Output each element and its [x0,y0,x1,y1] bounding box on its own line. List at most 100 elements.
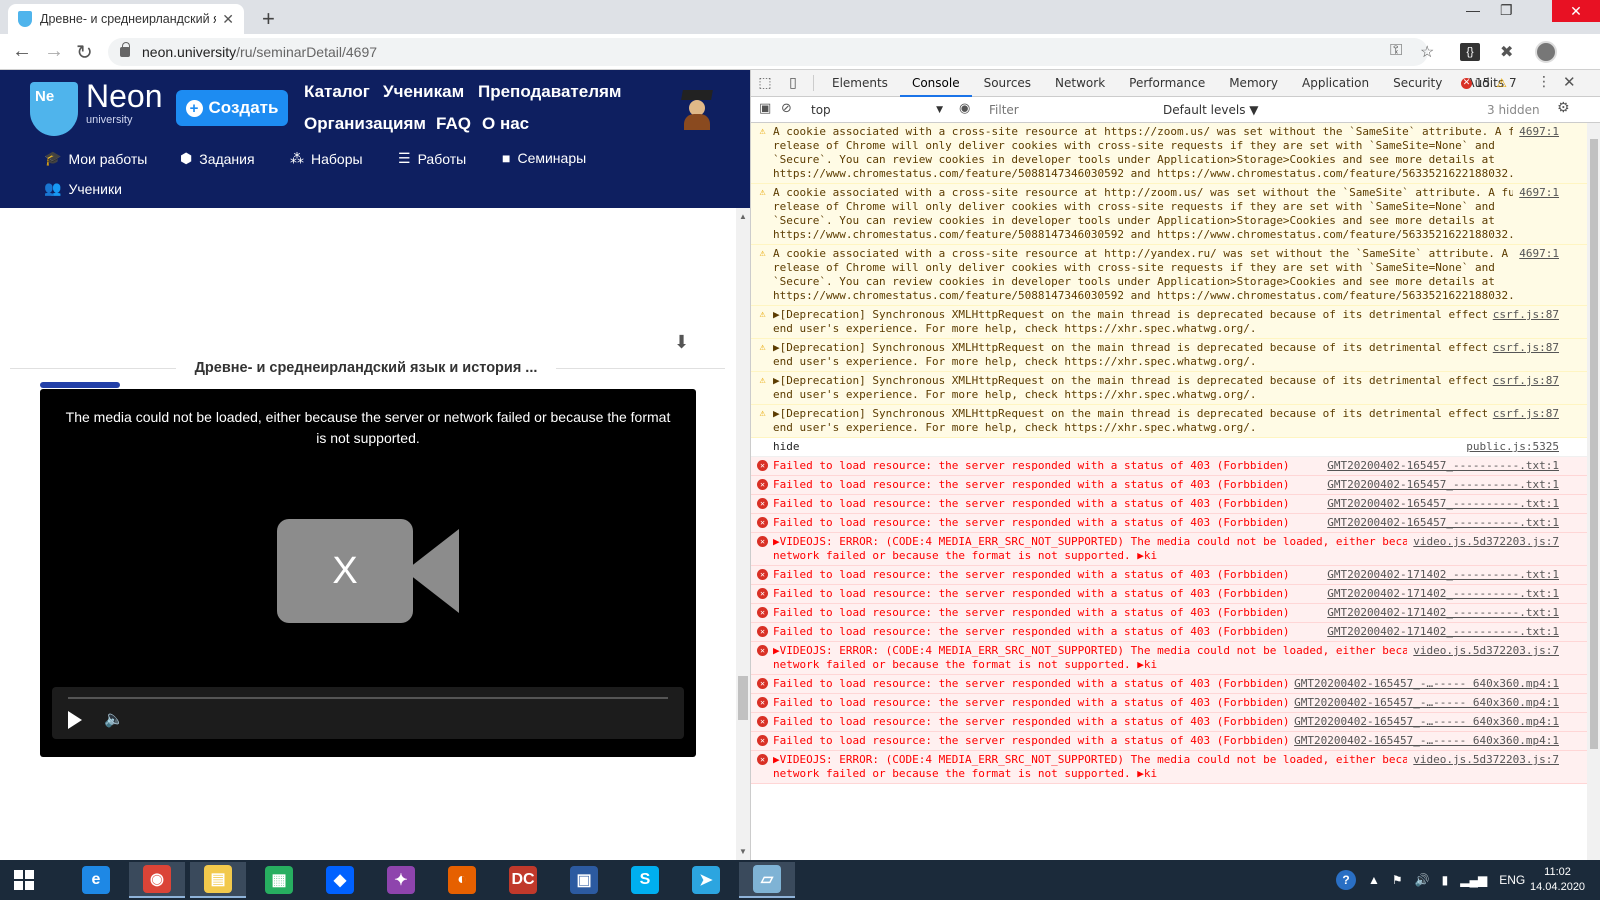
subnav-works[interactable]: ☰ Работы [398,150,466,167]
console-message-error[interactable]: ✕ Failed to load resource: the server res… [751,566,1587,585]
console-source-link[interactable]: GMT20200402-165457_----------.txt:1 [1321,478,1559,492]
console-message-error[interactable]: ✕ Failed to load resource: the server res… [751,694,1587,713]
console-source-link[interactable]: csrf.js:87 [1486,341,1559,355]
console-message-warn[interactable]: ⚠ ▶[Deprecation] Synchronous XMLHttpReque… [751,405,1587,438]
console-message-error[interactable]: ✕ ▶VIDEOJS: ERROR: (CODE:4 MEDIA_ERR_SRC_… [751,751,1587,784]
console-message-error[interactable]: ✕ Failed to load resource: the server res… [751,713,1587,732]
json-extension-icon[interactable]: {} [1460,43,1480,61]
console-message-warn[interactable]: ⚠ A cookie associated with a cross-site r… [751,184,1587,245]
console-message-error[interactable]: ✕ ▶VIDEOJS: ERROR: (CODE:4 MEDIA_ERR_SRC_… [751,533,1587,566]
console-source-link[interactable]: GMT20200402-171402_----------.txt:1 [1321,625,1559,639]
console-source-link[interactable]: csrf.js:87 [1486,374,1559,388]
taskbar-network-app-button[interactable]: ▣ [556,862,612,898]
console-source-link[interactable]: video.js.5d372203.js:7 [1407,535,1559,549]
browser-tab[interactable]: Древне- и среднеирландский я ✕ [8,4,244,34]
console-message-error[interactable]: ✕ Failed to load resource: the server res… [751,604,1587,623]
forward-arrow-icon[interactable]: → [44,40,64,63]
console-message-error[interactable]: ✕ Failed to load resource: the server res… [751,514,1587,533]
page-scrollbar[interactable]: ▲ ▼ [736,208,750,860]
nav-about[interactable]: О нас [482,114,529,134]
bookmark-star-icon[interactable]: ☆ [1420,42,1434,62]
log-levels-dropdown[interactable]: Default levels ▼ [1163,100,1259,120]
console-message-error[interactable]: ✕ Failed to load resource: the server res… [751,495,1587,514]
console-source-link[interactable]: GMT20200402-171402_----------.txt:1 [1321,568,1559,582]
taskbar-firefox-button[interactable]: ◐ [434,862,490,898]
gear-icon[interactable]: ⚙ [1557,100,1570,116]
console-source-link[interactable]: GMT20200402-165457_-…----- 640x360.mp4:1 [1288,677,1559,691]
window-minimize-button[interactable]: — [1466,2,1480,18]
console-source-link[interactable]: GMT20200402-165457_----------.txt:1 [1321,516,1559,530]
tab-memory[interactable]: Memory [1217,70,1290,97]
console-message-warn[interactable]: ⚠ ▶[Deprecation] Synchronous XMLHttpReque… [751,339,1587,372]
volume-icon[interactable]: 🔈 [104,709,124,729]
window-restore-button[interactable]: ❐ [1500,2,1513,19]
taskbar-dc-app-button[interactable]: DC [495,862,551,898]
windows-start-icon[interactable] [0,860,48,900]
console-source-link[interactable]: csrf.js:87 [1486,308,1559,322]
console-message-warn[interactable]: ⚠ A cookie associated with a cross-site r… [751,245,1587,306]
window-close-button[interactable]: ✕ [1552,0,1600,22]
speaker-icon[interactable]: 🔊 [1415,873,1430,887]
subnav-tasks[interactable]: ⬢ Задания [180,150,255,167]
page-scrollbar-thumb[interactable] [738,676,748,720]
console-source-link[interactable]: csrf.js:87 [1486,407,1559,421]
tab-close-icon[interactable]: ✕ [222,11,234,28]
new-tab-button[interactable]: + [262,6,275,32]
taskbar-internet-explorer-button[interactable]: e [68,862,124,898]
address-bar[interactable]: neon.university/ru/seminarDetail/4697 [108,38,1428,66]
console-message-error[interactable]: ✕ Failed to load resource: the server res… [751,675,1587,694]
logo-name[interactable]: Neon [86,78,163,115]
network-icon[interactable]: ▂▄▆ [1460,873,1487,887]
play-icon[interactable] [68,711,82,729]
taskbar-telegram-button[interactable]: ➤ [678,862,734,898]
taskbar-file-explorer-button[interactable]: ▤ [190,862,246,898]
console-source-link[interactable]: GMT20200402-165457_----------.txt:1 [1321,497,1559,511]
console-source-link[interactable]: 4697:1 [1513,125,1559,139]
inspect-element-icon[interactable]: ⬚ [751,75,779,91]
user-avatar[interactable] [680,90,714,130]
video-player[interactable]: The media could not be loaded, either be… [40,389,696,757]
taskbar-color-app-button[interactable]: ✦ [373,862,429,898]
sidebar-toggle-icon[interactable]: ▣ [759,101,771,116]
live-expression-eye-icon[interactable]: ◉ [959,101,970,116]
nav-catalog[interactable]: Каталог [304,82,370,102]
key-icon[interactable]: ⚿ [1390,42,1402,60]
nav-faq[interactable]: FAQ [436,114,471,134]
reload-icon[interactable]: ↻ [76,40,93,65]
tray-expand-icon[interactable]: ▲ [1368,873,1380,887]
console-source-link[interactable]: GMT20200402-165457_-…----- 640x360.mp4:1 [1288,696,1559,710]
subnav-my-works[interactable]: 🎓 Мои работы [44,150,147,167]
taskbar-skype-button[interactable]: S [617,862,673,898]
tab-performance[interactable]: Performance [1117,70,1217,97]
create-button[interactable]: + Создать [176,90,288,126]
battery-icon[interactable]: ▮ [1442,873,1449,887]
console-message-error[interactable]: ✕ Failed to load resource: the server res… [751,732,1587,751]
console-scrollbar-thumb[interactable] [1590,139,1598,749]
console-message-error[interactable]: ✕ ▶VIDEOJS: ERROR: (CODE:4 MEDIA_ERR_SRC_… [751,642,1587,675]
extension-icon[interactable]: ✖ [1500,42,1513,62]
nav-organizations[interactable]: Организациям [304,114,426,134]
console-scrollbar[interactable] [1587,123,1600,860]
clock[interactable]: 11:02 14.04.2020 [1530,865,1585,895]
tab-security[interactable]: Security [1381,70,1454,97]
taskbar-chrome-button[interactable]: ◉ [129,862,185,898]
console-message-error[interactable]: ✕ Failed to load resource: the server res… [751,476,1587,495]
flag-icon[interactable]: ⚑ [1392,873,1403,887]
tab-elements[interactable]: Elements [820,70,900,97]
console-source-link[interactable]: 4697:1 [1513,186,1559,200]
help-icon[interactable]: ? [1336,870,1356,890]
context-select[interactable]: top ▼ [807,100,947,120]
tab-console[interactable]: Console [899,70,972,97]
console-source-link[interactable]: GMT20200402-165457_-…----- 640x360.mp4:1 [1288,715,1559,729]
device-toolbar-icon[interactable]: ▯ [779,75,807,91]
nav-students[interactable]: Ученикам [383,82,464,102]
tab-sources[interactable]: Sources [972,70,1043,97]
console-source-link[interactable]: GMT20200402-165457_-…----- 640x360.mp4:1 [1288,734,1559,748]
more-options-icon[interactable]: ⋮ [1537,74,1551,90]
console-message-error[interactable]: ✕ Failed to load resource: the server res… [751,585,1587,604]
console-filter-input[interactable] [985,100,1155,120]
console-source-link[interactable]: video.js.5d372203.js:7 [1407,753,1559,767]
console-message-error[interactable]: ✕ Failed to load resource: the server res… [751,457,1587,476]
console-source-link[interactable]: GMT20200402-165457_----------.txt:1 [1321,459,1559,473]
taskbar-dropbox-button[interactable]: ◆ [312,862,368,898]
